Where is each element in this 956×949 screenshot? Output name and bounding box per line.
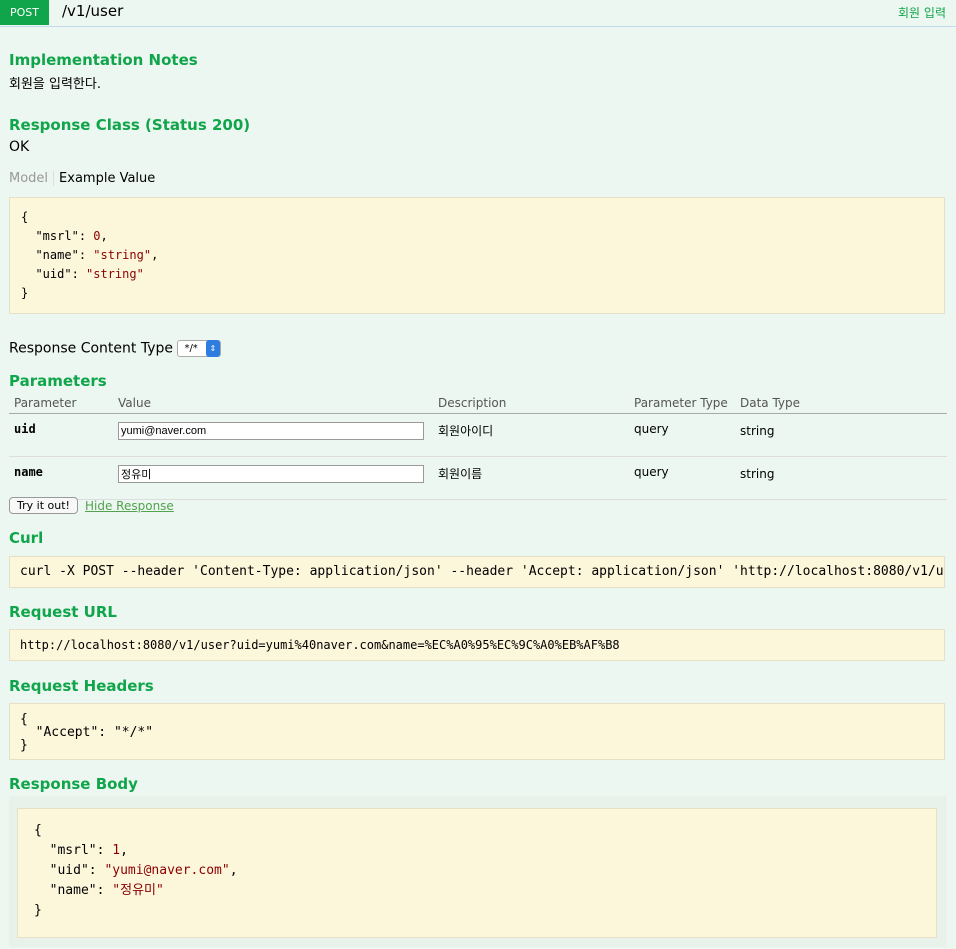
param-type: query xyxy=(629,456,735,500)
curl-heading: Curl xyxy=(9,529,44,547)
tab-example-value[interactable]: Example Value xyxy=(54,171,155,186)
request-url-box: http://localhost:8080/v1/user?uid=yumi%4… xyxy=(9,629,945,661)
http-method-badge: POST xyxy=(0,0,49,25)
parameters-heading: Parameters xyxy=(9,372,107,390)
hide-response-link[interactable]: Hide Response xyxy=(85,499,174,513)
response-content-type: Response Content Type */* ⇕ xyxy=(9,340,221,357)
curl-command-box: curl -X POST --header 'Content-Type: app… xyxy=(9,556,945,588)
try-it-out-button[interactable]: Try it out! xyxy=(9,497,78,514)
tab-model[interactable]: Model xyxy=(9,171,55,186)
content-type-select[interactable]: */* ⇕ xyxy=(177,340,221,357)
content-type-label: Response Content Type xyxy=(9,340,173,357)
response-class-heading: Response Class (Status 200) xyxy=(9,116,251,134)
request-url-heading: Request URL xyxy=(9,603,117,621)
example-value-box: { "msrl": 0, "name": "string", "uid": "s… xyxy=(9,197,945,314)
param-type: query xyxy=(629,413,735,457)
table-row: uid 회원아이디 query string xyxy=(9,413,947,457)
param-description: 회원이름 xyxy=(433,456,629,500)
table-row: name 회원이름 query string xyxy=(9,456,947,500)
column-header: Parameter xyxy=(9,393,113,414)
endpoint-path[interactable]: /v1/user xyxy=(62,2,123,20)
data-type: string xyxy=(735,413,947,457)
column-header: Value xyxy=(113,393,433,414)
param-name: name xyxy=(9,456,113,500)
implementation-notes-heading: Implementation Notes xyxy=(9,51,198,69)
param-name: uid xyxy=(9,413,113,457)
model-tabs: Model Example Value xyxy=(9,171,155,186)
operation-summary[interactable]: 회원 입력 xyxy=(898,4,946,21)
name-input[interactable] xyxy=(118,465,424,483)
chevron-updown-icon: ⇕ xyxy=(205,340,220,357)
column-header: Parameter Type xyxy=(629,393,735,414)
uid-input[interactable] xyxy=(118,422,424,440)
response-class-text: OK xyxy=(9,139,30,155)
column-header: Data Type xyxy=(735,393,947,414)
response-body-container: { "msrl": 1, "uid": "yumi@naver.com", "n… xyxy=(9,796,947,947)
request-headers-heading: Request Headers xyxy=(9,677,154,695)
response-body-heading: Response Body xyxy=(9,775,138,793)
operation-header[interactable]: POST /v1/user 회원 입력 xyxy=(0,0,956,27)
parameters-table: Parameter Value Description Parameter Ty… xyxy=(9,393,947,500)
implementation-notes-text: 회원을 입력한다. xyxy=(9,77,101,92)
data-type: string xyxy=(735,456,947,500)
request-headers-box: { "Accept": "*/*" } xyxy=(9,703,945,760)
param-description: 회원아이디 xyxy=(433,413,629,457)
column-header: Description xyxy=(433,393,629,414)
response-body-box: { "msrl": 1, "uid": "yumi@naver.com", "n… xyxy=(17,808,937,938)
